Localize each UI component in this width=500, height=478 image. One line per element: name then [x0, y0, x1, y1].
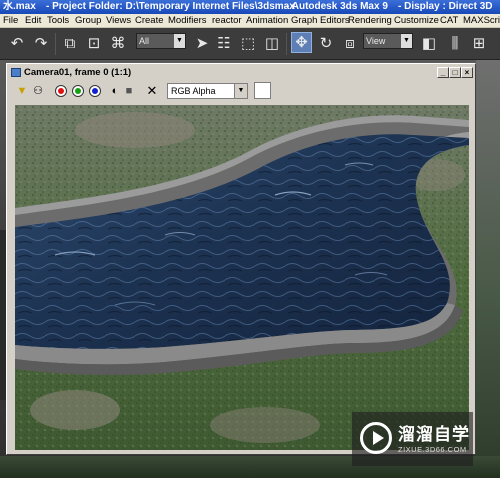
display-driver: - Display : Direct 3D [398, 1, 493, 12]
menu-edit[interactable]: Edit [25, 14, 41, 28]
watermark-url: ZIXUE.3D66.COM [398, 445, 467, 454]
region-select-icon[interactable]: ⬚ [239, 34, 257, 52]
menu-group[interactable]: Group [75, 14, 101, 28]
menu-create[interactable]: Create [135, 14, 164, 28]
selection-filter-dropdown[interactable]: All ▼ [136, 33, 186, 49]
title-bar: 水.max - Project Folder: D:\Temporary Inte… [0, 0, 500, 14]
move-icon[interactable]: ✥ [291, 32, 312, 53]
undo-icon[interactable]: ↶ [8, 34, 26, 52]
mirror-icon[interactable]: ⫼ [446, 34, 464, 52]
scale-icon[interactable]: ⧈ [341, 34, 359, 52]
reference-coord-value: View [366, 36, 386, 46]
select-by-name-icon[interactable]: ☷ [215, 34, 233, 52]
watermark-title: 溜溜自学 [398, 425, 470, 445]
align-icon[interactable]: ⊞ [470, 34, 488, 52]
red-dot [58, 88, 64, 94]
render-window-titlebar[interactable]: Camera01, frame 0 (1:1) _ □ × [9, 66, 473, 79]
pivot-icon[interactable]: ◧ [420, 34, 438, 52]
green-channel-icon[interactable] [72, 85, 84, 97]
green-dot [75, 88, 81, 94]
window-icon [11, 68, 21, 77]
menu-modifiers[interactable]: Modifiers [168, 14, 207, 28]
color-swatch[interactable] [254, 82, 271, 99]
red-channel-icon[interactable] [55, 85, 67, 97]
file-name: 水.max [3, 1, 36, 12]
menu-rendering[interactable]: Rendering [348, 14, 392, 28]
bind-spacewarp-icon[interactable]: ⌘ [109, 34, 127, 52]
watermark: 溜溜自学 ZIXUE.3D66.COM [352, 412, 473, 466]
close-icon[interactable]: × [461, 67, 473, 78]
alpha-channel-icon[interactable]: ■ [122, 84, 136, 98]
render-window-toolbar: ▼ ⚇ ◐ ■ ✕ RGB Alpha ▼ [9, 80, 473, 102]
toolbar-divider [55, 33, 56, 55]
rotate-icon[interactable]: ↻ [317, 34, 335, 52]
selection-filter-value: All [139, 36, 150, 46]
main-toolbar: ↶ ↷ ⧉ ⊡ ⌘ All ▼ ➤ ☷ ⬚ ◫ ✥ ↻ ⧈ View ▼ ◧ ⫼… [0, 28, 500, 60]
menu-bar: File Edit Tools Group Views Create Modif… [0, 14, 500, 28]
reference-coord-dropdown[interactable]: View ▼ [363, 33, 413, 49]
clear-icon[interactable]: ✕ [145, 84, 159, 98]
channel-display-select[interactable]: RGB Alpha ▼ [167, 83, 248, 99]
select-link-icon[interactable]: ⧉ [61, 34, 79, 52]
minimize-icon[interactable]: _ [437, 67, 449, 78]
menu-views[interactable]: Views [106, 14, 131, 28]
select-object-icon[interactable]: ➤ [193, 34, 211, 52]
render-frame-window[interactable]: Camera01, frame 0 (1:1) _ □ × ▼ ⚇ ◐ ■ ✕ … [6, 63, 476, 455]
clone-window-icon[interactable]: ⚇ [31, 84, 45, 98]
app-name: - Autodesk 3ds Max 9 [286, 1, 388, 12]
toolbar-divider [286, 33, 287, 55]
channel-display-value: RGB Alpha [171, 86, 216, 96]
unlink-icon[interactable]: ⊡ [85, 34, 103, 52]
rendered-scene [15, 105, 469, 450]
blue-dot [92, 88, 98, 94]
play-logo-icon [360, 422, 392, 454]
menu-file[interactable]: File [3, 14, 18, 28]
blue-channel-icon[interactable] [89, 85, 101, 97]
menu-maxscript[interactable]: MAXScript [463, 14, 500, 28]
mono-channel-icon[interactable]: ◐ [108, 84, 122, 98]
menu-graph-editors[interactable]: Graph Editors [291, 14, 350, 28]
save-image-icon[interactable]: ▼ [15, 84, 29, 98]
menu-animation[interactable]: Animation [246, 14, 288, 28]
chevron-down-icon: ▼ [174, 34, 185, 48]
menu-cat[interactable]: CAT [440, 14, 458, 28]
maximize-icon[interactable]: □ [449, 67, 461, 78]
window-crossing-icon[interactable]: ◫ [263, 34, 281, 52]
menu-customize[interactable]: Customize [394, 14, 439, 28]
rendered-image [15, 105, 469, 450]
chevron-down-icon: ▼ [234, 84, 247, 98]
render-window-title: Camera01, frame 0 (1:1) [24, 67, 132, 78]
menu-reactor[interactable]: reactor [212, 14, 242, 28]
menu-tools[interactable]: Tools [47, 14, 69, 28]
right-viewport-edge [476, 60, 500, 478]
chevron-down-icon: ▼ [401, 34, 412, 48]
project-folder: - Project Folder: D:\Temporary Internet … [46, 1, 295, 12]
redo-icon[interactable]: ↷ [32, 34, 50, 52]
